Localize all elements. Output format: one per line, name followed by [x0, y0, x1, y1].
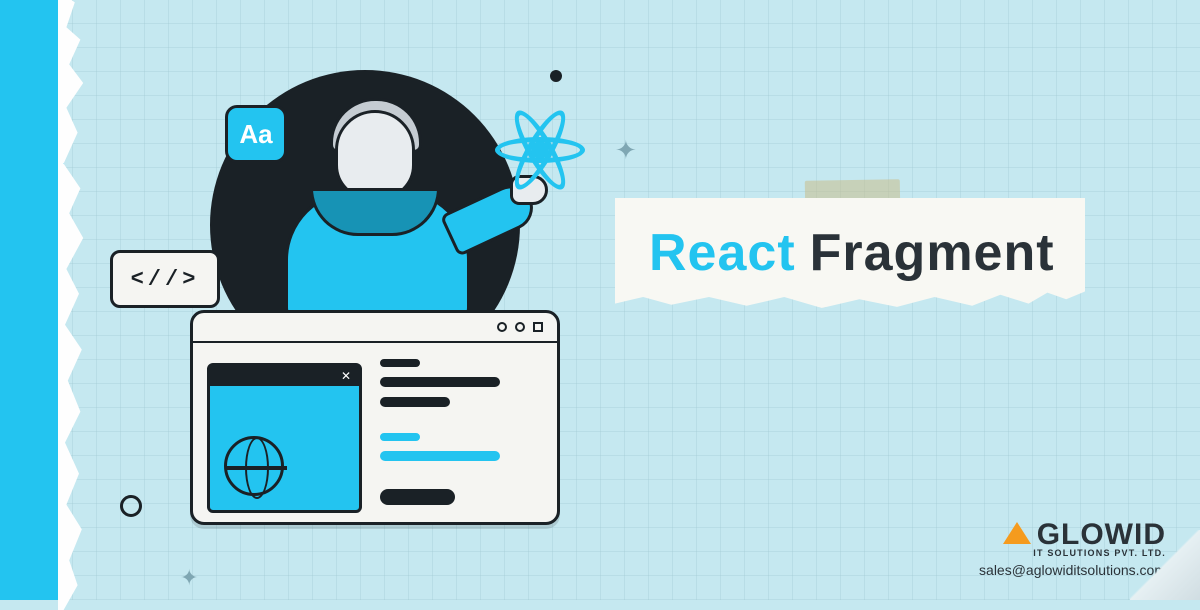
title-word-fragment: Fragment [810, 223, 1055, 283]
hero-illustration: Aa <//> ✕ [110, 70, 570, 540]
brand-triangle-icon [1003, 522, 1031, 544]
form-placeholder-lines [380, 357, 543, 508]
window-titlebar [193, 313, 557, 343]
browser-window-card: ✕ [190, 310, 560, 525]
sparkle-icon: ✦ [615, 135, 637, 166]
popup-titlebar: ✕ [210, 366, 359, 386]
close-icon: ✕ [341, 369, 351, 383]
popup-panel: ✕ [207, 363, 362, 513]
sparkle-icon: ✦ [180, 565, 198, 591]
globe-icon [224, 436, 284, 496]
window-control-icon [533, 322, 543, 332]
window-control-icon [497, 322, 507, 332]
left-color-strip [0, 0, 64, 600]
title-card: React Fragment [615, 198, 1085, 308]
typography-badge: Aa [225, 105, 287, 163]
code-badge: <//> [110, 250, 220, 308]
react-logo-icon [485, 95, 595, 205]
dot-decoration-icon [550, 70, 562, 82]
window-body: ✕ [193, 343, 557, 522]
typography-badge-label: Aa [239, 119, 272, 150]
page-corner-fold [1130, 530, 1200, 600]
ring-decoration-icon [120, 495, 142, 517]
title-word-react: React [649, 223, 796, 283]
person-head [335, 110, 415, 200]
window-control-icon [515, 322, 525, 332]
code-badge-label: <//> [131, 267, 200, 292]
